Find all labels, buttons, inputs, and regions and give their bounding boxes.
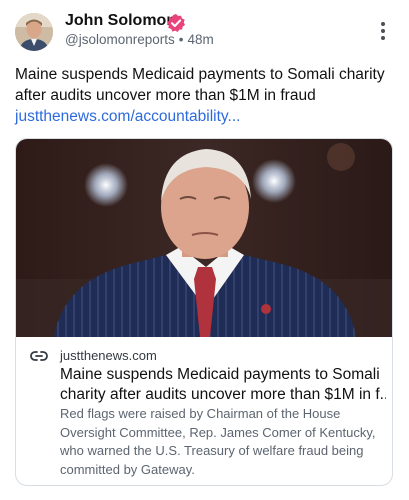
link-icon bbox=[30, 351, 48, 361]
post-text: Maine suspends Medicaid payments to Soma… bbox=[15, 66, 385, 104]
more-options-button[interactable] bbox=[373, 20, 393, 42]
card-title-line: Maine suspends Medicaid payments to Soma… bbox=[60, 366, 380, 383]
post-meta: @jsolomonreports • 48m bbox=[65, 32, 214, 47]
card-title-line: charity after audits uncover more than $… bbox=[60, 385, 386, 403]
avatar[interactable] bbox=[15, 13, 53, 51]
card-domain: justthenews.com bbox=[60, 348, 157, 363]
verified-badge-icon bbox=[167, 14, 185, 32]
post-link[interactable]: justthenews.com/accountability... bbox=[15, 106, 240, 127]
author-name[interactable]: John Solomon bbox=[65, 12, 176, 30]
card-description: Red flags were raised by Chairman of the… bbox=[60, 406, 376, 477]
meta-separator: • bbox=[178, 32, 184, 47]
author-handle[interactable]: @jsolomonreports bbox=[65, 32, 175, 47]
more-options-icon bbox=[381, 22, 385, 26]
post-time[interactable]: 48m bbox=[187, 32, 213, 47]
card-title: Maine suspends Medicaid payments to Soma… bbox=[60, 365, 386, 404]
post: John Solomon @jsolomonreports • 48m Maine … bbox=[0, 0, 409, 500]
link-preview-card[interactable]: justthenews.com Maine suspends Medicaid … bbox=[15, 138, 393, 486]
card-image bbox=[16, 139, 392, 337]
